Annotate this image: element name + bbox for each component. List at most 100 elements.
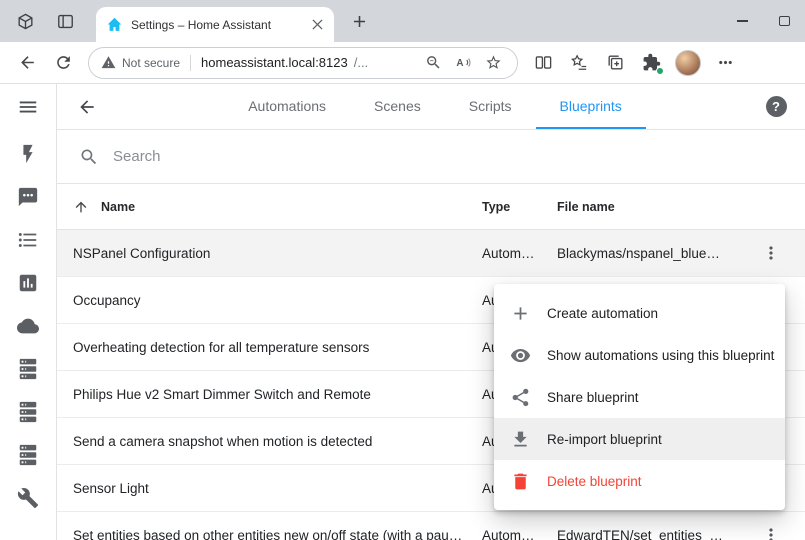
sidebar [0, 84, 57, 540]
tab-label: Scenes [374, 98, 421, 114]
sidebar-item-energy[interactable] [16, 142, 40, 166]
table-row[interactable]: Set entities based on other entities new… [57, 512, 805, 540]
row-name: Set entities based on other entities new… [73, 528, 482, 540]
more-menu-icon[interactable] [708, 46, 742, 80]
workspaces-icon[interactable] [10, 6, 40, 36]
address-bar[interactable]: Not secure homeassistant.local:8123 /...… [88, 47, 518, 79]
column-header-type[interactable]: Type [482, 200, 557, 214]
tab-close-icon[interactable] [308, 16, 326, 34]
hamburger-menu-icon[interactable] [0, 84, 56, 130]
menu-item-reimport-blueprint[interactable]: Re-import blueprint [494, 418, 785, 460]
addon-icon [17, 358, 39, 380]
row-name: Philips Hue v2 Smart Dimmer Switch and R… [73, 387, 482, 402]
table-row[interactable]: NSPanel Configuration Autom… Blackymas/n… [57, 230, 805, 277]
page-header: Automations Scenes Scripts Blueprints ? [57, 84, 805, 130]
sidebar-item-addon-2[interactable] [16, 400, 40, 424]
sidebar-item-developer-tools[interactable] [16, 486, 40, 510]
zoom-out-icon[interactable] [421, 51, 445, 75]
automation-tabs: Automations Scenes Scripts Blueprints [107, 84, 763, 129]
favorite-star-icon[interactable] [481, 51, 505, 75]
menu-item-create-automation[interactable]: Create automation [494, 292, 785, 334]
tab-blueprints[interactable]: Blueprints [536, 84, 646, 129]
sidebar-item-cloud[interactable] [16, 314, 40, 338]
tab-scenes[interactable]: Scenes [350, 84, 445, 129]
refresh-icon [54, 53, 73, 72]
help-button[interactable]: ? [763, 94, 789, 120]
addon-icon [17, 401, 39, 423]
profile-avatar[interactable] [675, 50, 701, 76]
tab-scripts[interactable]: Scripts [445, 84, 536, 129]
refresh-button[interactable] [46, 46, 80, 80]
menu-item-label: Re-import blueprint [547, 432, 662, 447]
maximize-button[interactable] [763, 0, 805, 42]
assist-icon [17, 186, 39, 208]
row-name: Overheating detection for all temperatur… [73, 340, 482, 355]
sidebar-item-addon-1[interactable] [16, 357, 40, 381]
read-aloud-icon[interactable]: A [451, 51, 475, 75]
url-path: /... [354, 55, 368, 70]
context-menu: Create automation Show automations using… [494, 284, 785, 510]
browser-tab-strip: Settings – Home Assistant [0, 0, 805, 42]
search-bar[interactable]: Search [57, 130, 805, 184]
addon-icon [17, 444, 39, 466]
browser-navbar: Not secure homeassistant.local:8123 /...… [0, 42, 805, 84]
sidebar-item-assist[interactable] [16, 185, 40, 209]
row-name: Sensor Light [73, 481, 482, 496]
home-assistant-favicon [106, 16, 123, 33]
browser-essentials-icon[interactable] [634, 46, 668, 80]
row-type: Autom… [482, 246, 557, 261]
menu-item-label: Create automation [547, 306, 658, 321]
tab-label: Scripts [469, 98, 512, 114]
back-icon [77, 97, 97, 117]
window-controls [721, 0, 805, 42]
favorites-bar-icon[interactable] [562, 46, 596, 80]
row-type: Autom… [482, 528, 557, 540]
back-icon [18, 53, 37, 72]
table-header: Name Type File name [57, 184, 805, 230]
sidebar-item-history[interactable] [16, 271, 40, 295]
menu-item-label: Share blueprint [547, 390, 639, 405]
row-file: Blackymas/nspanel_blueprin… [557, 246, 737, 261]
tab-title: Settings – Home Assistant [131, 18, 308, 32]
minimize-icon [737, 20, 748, 22]
sidebar-item-todo[interactable] [16, 228, 40, 252]
menu-item-delete-blueprint[interactable]: Delete blueprint [494, 460, 785, 502]
row-overflow-button[interactable] [751, 233, 791, 273]
tab-label: Blueprints [560, 98, 622, 114]
collections-icon[interactable] [598, 46, 632, 80]
history-icon [17, 272, 39, 294]
page-back-button[interactable] [67, 87, 107, 127]
menu-item-show-automations[interactable]: Show automations using this blueprint [494, 334, 785, 376]
help-icon: ? [766, 96, 787, 117]
back-button[interactable] [10, 46, 44, 80]
address-divider [190, 55, 191, 71]
developer-tools-icon [17, 487, 39, 509]
search-input[interactable]: Search [113, 148, 161, 165]
security-label[interactable]: Not secure [122, 56, 180, 70]
search-icon [79, 147, 99, 167]
energy-icon [17, 143, 39, 165]
column-header-file[interactable]: File name [557, 200, 737, 214]
tab-automations[interactable]: Automations [224, 84, 350, 129]
sort-ascending-icon[interactable] [73, 199, 101, 215]
row-name: NSPanel Configuration [73, 246, 482, 261]
menu-item-label: Delete blueprint [547, 474, 642, 489]
browser-tab[interactable]: Settings – Home Assistant [96, 7, 334, 42]
menu-item-share-blueprint[interactable]: Share blueprint [494, 376, 785, 418]
tab-actions-icon[interactable] [50, 6, 80, 36]
sidebar-item-addon-3[interactable] [16, 443, 40, 467]
kebab-icon [761, 525, 781, 540]
row-overflow-button[interactable] [751, 515, 791, 540]
column-header-name[interactable]: Name [101, 200, 482, 214]
url-host: homeassistant.local:8123 [201, 55, 348, 70]
share-icon [510, 387, 531, 408]
trash-icon [510, 471, 531, 492]
todo-list-icon [17, 229, 39, 251]
minimize-button[interactable] [721, 0, 763, 42]
maximize-icon [779, 16, 790, 26]
new-tab-button[interactable] [344, 6, 374, 36]
menu-item-label: Show automations using this blueprint [547, 348, 774, 363]
eye-icon [510, 345, 531, 366]
split-screen-icon[interactable] [526, 46, 560, 80]
cloud-icon [17, 315, 39, 337]
